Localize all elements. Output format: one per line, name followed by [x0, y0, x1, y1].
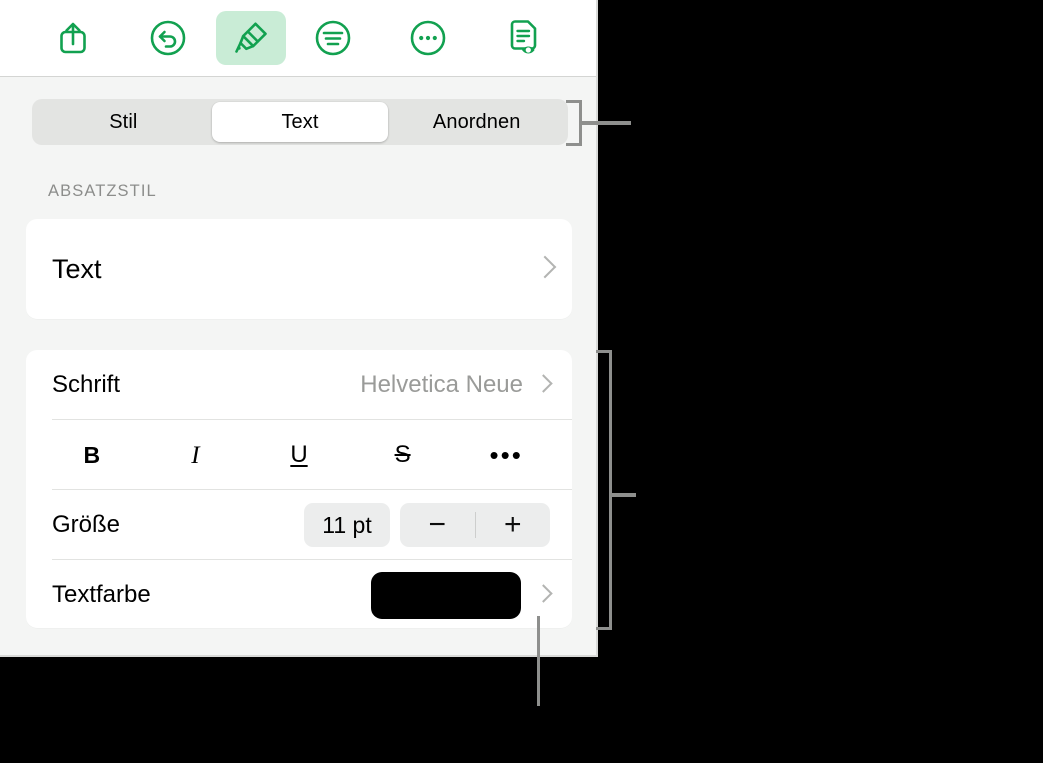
font-label: Schrift: [52, 371, 121, 398]
format-inspector-panel: Stil Text Anordnen ABSATZSTIL Text Schri…: [0, 0, 598, 657]
insert-button[interactable]: [286, 11, 381, 65]
font-size-input[interactable]: 11 pt: [304, 503, 390, 547]
chevron-right-icon: [537, 373, 550, 397]
inspector-tabs: Stil Text Anordnen: [32, 99, 568, 145]
font-card: Schrift Helvetica Neue B I U S ••• Größe…: [26, 350, 572, 628]
callout-leader-text-color: [537, 616, 540, 706]
italic-button[interactable]: I: [144, 443, 248, 468]
callout-leader-font-section: [609, 493, 636, 497]
paragraph-style-section-header: ABSATZSTIL: [48, 182, 157, 200]
tab-anordnen[interactable]: Anordnen: [388, 102, 565, 142]
text-style-buttons-row: B I U S •••: [26, 420, 572, 490]
more-button[interactable]: [380, 11, 475, 65]
font-size-decrement-button[interactable]: −: [400, 503, 475, 547]
underline-button[interactable]: U: [247, 443, 351, 467]
font-size-stepper: − +: [400, 503, 550, 547]
font-size-row: Größe 11 pt − +: [26, 490, 572, 560]
share-button[interactable]: [26, 11, 121, 65]
font-size-label: Größe: [52, 511, 121, 538]
more-text-options-button[interactable]: •••: [454, 442, 558, 468]
tab-text[interactable]: Text: [211, 102, 389, 142]
more-icon: [409, 19, 447, 57]
format-brush-button[interactable]: [215, 11, 286, 65]
share-icon: [56, 20, 90, 56]
paragraph-style-card: Text: [26, 219, 572, 319]
tab-stil[interactable]: Stil: [35, 102, 212, 142]
text-color-row[interactable]: Textfarbe: [26, 560, 572, 630]
paragraph-style-value: Text: [52, 253, 102, 284]
callout-bracket-font-section: [596, 350, 612, 630]
font-row[interactable]: Schrift Helvetica Neue: [26, 350, 572, 420]
strikethrough-button[interactable]: S: [351, 443, 455, 467]
bold-button[interactable]: B: [40, 443, 144, 467]
chevron-right-icon: [537, 257, 550, 281]
document-view-icon: [504, 18, 542, 58]
text-color-swatch[interactable]: [371, 571, 521, 619]
callout-leader-tabs: [579, 121, 631, 125]
document-view-button[interactable]: [475, 11, 570, 65]
font-value: Helvetica Neue: [360, 371, 523, 398]
undo-icon: [149, 19, 187, 57]
brush-icon: [231, 18, 271, 58]
chevron-right-icon: [537, 583, 550, 607]
insert-icon: [314, 19, 352, 57]
font-size-increment-button[interactable]: +: [476, 503, 551, 547]
paragraph-style-row[interactable]: Text: [26, 219, 572, 319]
top-toolbar: [0, 0, 596, 77]
text-color-label: Textfarbe: [52, 581, 151, 608]
undo-button[interactable]: [121, 11, 216, 65]
